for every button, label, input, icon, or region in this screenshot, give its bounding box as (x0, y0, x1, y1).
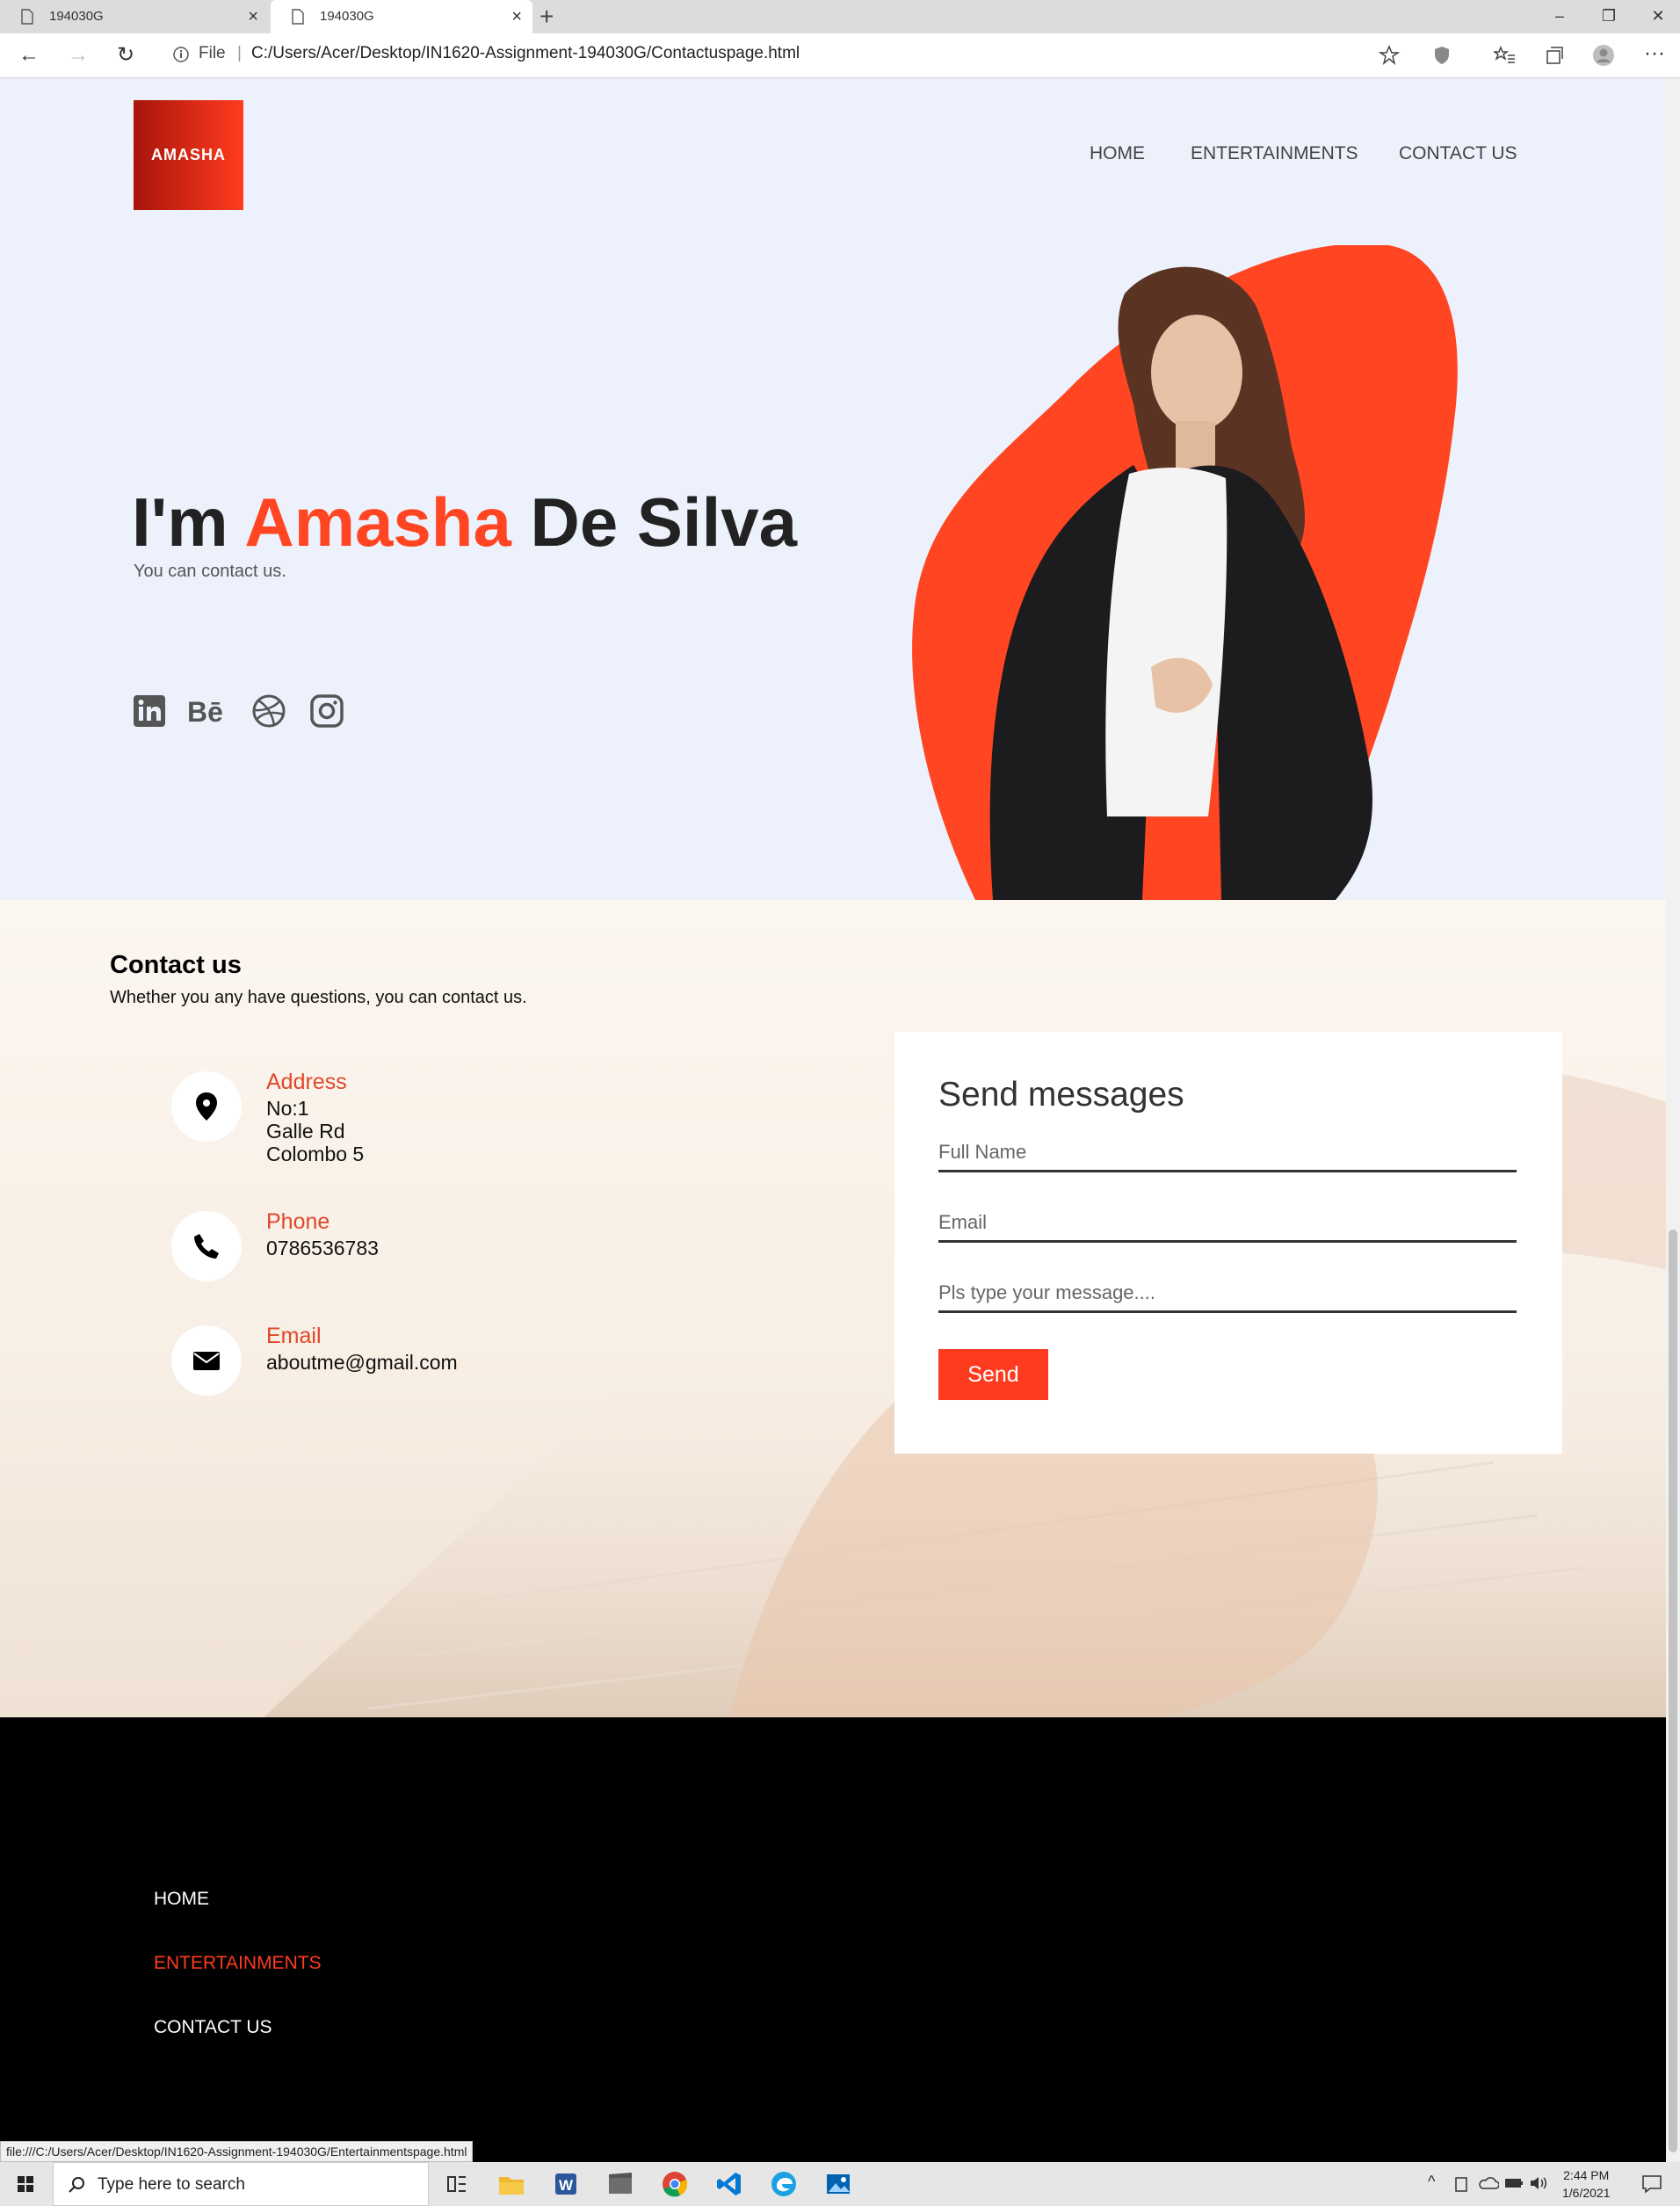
message-input[interactable] (938, 1275, 1517, 1313)
hero-title: I'm Amasha De Silva (132, 483, 797, 562)
phone-icon-badge (171, 1211, 242, 1281)
vscode-icon[interactable] (715, 2170, 743, 2198)
clock-date: 1/6/2021 (1562, 2186, 1611, 2200)
browser-tab-bar: 194030G × 194030G × + – ❐ ✕ (0, 0, 1680, 33)
chevron-up-icon[interactable]: ^ (1428, 2173, 1435, 2191)
notification-icon[interactable] (1641, 2174, 1662, 2194)
scrollbar-thumb[interactable] (1669, 1230, 1677, 2152)
close-icon[interactable]: × (511, 0, 522, 33)
footer: HOME ENTERTAINMENTS CONTACT US Bē (0, 1717, 1666, 2162)
message-form: Send messages Send (894, 1032, 1562, 1454)
tab-title: 194030G (320, 9, 374, 24)
envelope-icon (193, 1352, 220, 1370)
forward-button[interactable]: → (63, 40, 93, 70)
nav-contact-us[interactable]: CONTACT US (1399, 143, 1517, 164)
contact-title: Contact us (110, 951, 242, 979)
url-separator: | (237, 44, 242, 62)
site-logo[interactable]: AMASHA (134, 100, 243, 210)
close-icon[interactable]: × (248, 0, 258, 33)
volume-icon[interactable] (1529, 2175, 1548, 2191)
favorite-star-icon[interactable] (1378, 44, 1401, 67)
address-label: Address (266, 1070, 347, 1094)
info-icon[interactable] (172, 46, 190, 63)
battery-icon[interactable] (1504, 2175, 1524, 2191)
behance-icon[interactable]: Bē (186, 693, 230, 729)
email-address[interactable]: aboutme@gmail.com (266, 1351, 458, 1375)
refresh-button[interactable]: ↻ (111, 40, 141, 70)
profile-portrait-image (912, 245, 1458, 900)
favorites-list-icon[interactable] (1494, 44, 1517, 67)
hero-title-prefix: I'm (132, 483, 245, 561)
address-line: Galle Rd (266, 1120, 345, 1143)
hero-subtitle: You can contact us. (134, 562, 286, 581)
send-button[interactable]: Send (938, 1349, 1048, 1400)
web-page: AMASHA HOME ENTERTAINMENTS CONTACT US I'… (0, 78, 1666, 2162)
search-icon (69, 2177, 84, 2193)
word-icon[interactable]: W (552, 2170, 580, 2198)
video-editor-icon[interactable] (606, 2170, 634, 2198)
nav-entertainments[interactable]: ENTERTAINMENTS (1191, 143, 1358, 164)
page-icon (292, 9, 304, 25)
address-line: Colombo 5 (266, 1143, 365, 1165)
phone-icon (194, 1234, 219, 1259)
clock-time: 2:44 PM (1563, 2168, 1610, 2182)
file-explorer-icon[interactable] (497, 2170, 525, 2198)
taskbar-clock[interactable]: 2:44 PM 1/6/2021 (1562, 2166, 1611, 2202)
task-view-icon[interactable] (443, 2170, 471, 2198)
contact-subtitle: Whether you any have questions, you can … (110, 988, 527, 1007)
phone-number: 0786536783 (266, 1237, 379, 1259)
full-name-input[interactable] (938, 1135, 1517, 1172)
form-title: Send messages (938, 1076, 1184, 1114)
url-field[interactable]: C:/Users/Acer/Desktop/IN1620-Assignment-… (251, 44, 800, 63)
windows-start-icon[interactable] (0, 2162, 51, 2206)
browser-tab[interactable]: 194030G × (0, 0, 269, 33)
address-line: No:1 (266, 1097, 309, 1120)
onedrive-icon[interactable] (1478, 2175, 1499, 2191)
minimize-button[interactable]: – (1538, 0, 1582, 33)
battery-saver-icon[interactable] (1453, 2175, 1469, 2193)
new-tab-button[interactable]: + (539, 2, 554, 32)
taskbar-search-box[interactable]: Type here to search (53, 2162, 429, 2206)
address-bar: ← → ↻ File | C:/Users/Acer/Desktop/IN162… (0, 33, 1680, 78)
back-button[interactable]: ← (14, 40, 44, 70)
chrome-icon[interactable] (661, 2170, 689, 2198)
footer-link-home[interactable]: HOME (154, 1889, 209, 1910)
contact-section: Contact us Whether you any have question… (0, 900, 1666, 1717)
svg-text:Bē: Bē (187, 696, 223, 728)
collections-icon[interactable] (1543, 44, 1566, 67)
profile-avatar-icon[interactable] (1592, 44, 1615, 67)
hero-title-suffix: De Silva (511, 483, 798, 561)
email-label: Email (266, 1324, 322, 1348)
search-placeholder: Type here to search (98, 2175, 245, 2194)
phone-label: Phone (266, 1209, 330, 1234)
nav-home[interactable]: HOME (1090, 143, 1145, 164)
tab-title: 194030G (49, 9, 104, 24)
footer-link-contact-us[interactable]: CONTACT US (154, 2017, 272, 2038)
shield-icon[interactable] (1430, 44, 1453, 67)
email-icon-badge (171, 1325, 242, 1396)
status-bar-url: file:///C:/Users/Acer/Desktop/IN1620-Ass… (0, 2141, 474, 2162)
window-close-button[interactable]: ✕ (1636, 0, 1680, 33)
footer-link-entertainments[interactable]: ENTERTAINMENTS (154, 1953, 322, 1974)
address-icon-badge (171, 1071, 242, 1142)
edge-icon[interactable] (770, 2170, 798, 2198)
linkedin-icon[interactable] (132, 693, 167, 729)
photos-icon[interactable] (824, 2170, 852, 2198)
dribbble-icon[interactable] (251, 693, 286, 729)
instagram-icon[interactable] (309, 693, 344, 729)
browser-tab-active[interactable]: 194030G × (271, 0, 532, 33)
more-options-icon[interactable]: ··· (1640, 39, 1669, 69)
email-input[interactable] (938, 1205, 1517, 1243)
url-scheme-label: File (199, 44, 226, 62)
location-pin-icon (196, 1092, 217, 1121)
hero-section: AMASHA HOME ENTERTAINMENTS CONTACT US I'… (0, 78, 1666, 900)
restore-button[interactable]: ❐ (1587, 0, 1631, 33)
page-scrollbar[interactable] (1666, 78, 1680, 2162)
windows-taskbar: Type here to search W ^ 2:44 PM 1/6/2021 (0, 2162, 1680, 2206)
hero-title-accent: Amasha (244, 483, 511, 561)
page-icon (21, 9, 33, 25)
svg-text:W: W (559, 2177, 574, 2194)
